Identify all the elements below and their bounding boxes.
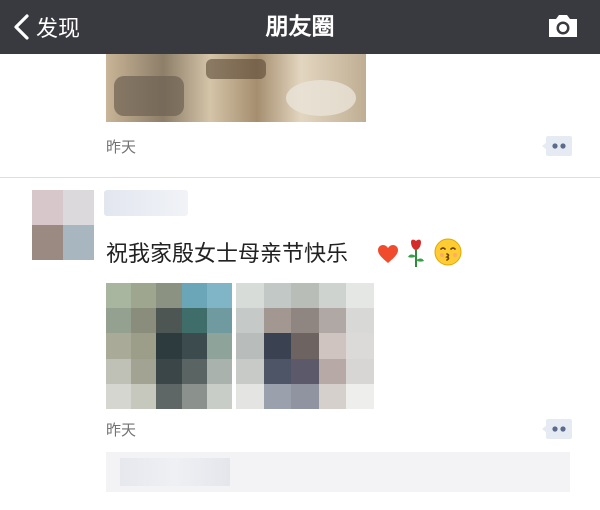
- comment-button-icon[interactable]: [542, 419, 572, 439]
- avatar[interactable]: [32, 190, 94, 260]
- liker-names[interactable]: [120, 458, 230, 486]
- comment-button-icon[interactable]: [542, 136, 572, 156]
- post-text: 祝我家殷女士母亲节快乐: [106, 242, 349, 267]
- likes-comments-area[interactable]: [106, 452, 570, 492]
- navigation-bar: 发现 朋友圈: [0, 0, 600, 54]
- post-photo-1[interactable]: [106, 283, 232, 409]
- rose-icon: [408, 239, 424, 267]
- kissing-face-icon: [434, 238, 462, 266]
- username[interactable]: [104, 190, 188, 216]
- back-label: 发现: [36, 17, 81, 42]
- page-title: 朋友圈: [265, 14, 335, 40]
- heart-icon: [378, 245, 398, 263]
- post-timestamp: 昨天: [106, 138, 137, 156]
- post-divider: [0, 177, 600, 178]
- post-timestamp: 昨天: [106, 421, 137, 439]
- post-photo-2[interactable]: [236, 283, 374, 409]
- camera-icon[interactable]: [546, 12, 580, 40]
- chevron-left-icon: [14, 14, 29, 40]
- back-button[interactable]: 发现: [12, 0, 80, 54]
- post-image[interactable]: [106, 54, 366, 122]
